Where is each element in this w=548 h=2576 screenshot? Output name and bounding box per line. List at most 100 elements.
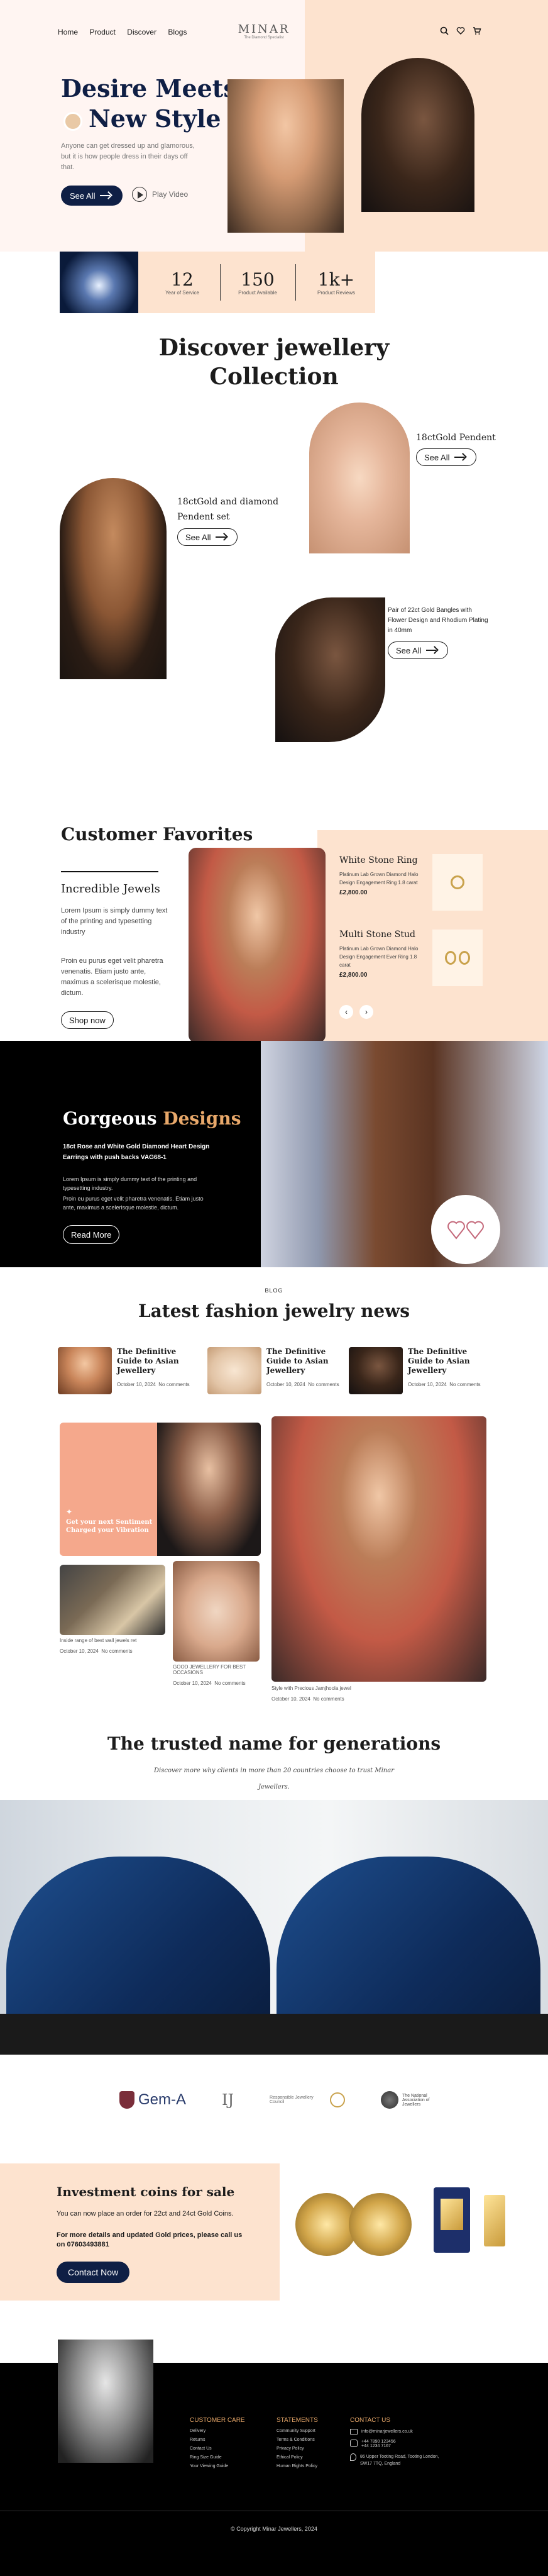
blog-kicker: BLOG bbox=[265, 1287, 283, 1294]
hero-portrait-photo bbox=[227, 79, 344, 233]
blog-post-title: The Definitive Guide to Asian Jewellery bbox=[117, 1347, 179, 1375]
footer-col-title: CONTACT US bbox=[350, 2417, 391, 2424]
footer-link-terms[interactable]: Terms & Conditions bbox=[277, 2438, 352, 2442]
footer-link-ethical[interactable]: Ethical Policy bbox=[277, 2455, 352, 2460]
ring-icon bbox=[451, 875, 464, 889]
blog-post-3[interactable]: The Definitive Guide to Asian Jewellery … bbox=[349, 1347, 490, 1394]
stats-necklace-photo bbox=[60, 252, 138, 313]
heart-earring-icon bbox=[447, 1221, 484, 1240]
blog-post-comments: No comments bbox=[308, 1382, 339, 1387]
nav-blogs[interactable]: Blogs bbox=[168, 28, 187, 36]
product-desc: Platinum Lab Grown Diamond Halo Design E… bbox=[339, 872, 419, 886]
blog-post-thumb bbox=[58, 1347, 112, 1394]
blog-card-3[interactable]: Style with Precious Jamjhoola jewel Octo… bbox=[271, 1416, 486, 1704]
blog-post-1[interactable]: The Definitive Guide to Asian Jewellery … bbox=[58, 1347, 196, 1394]
favorites-subtitle: Incredible Jewels bbox=[61, 882, 160, 896]
gorgeous-para2: Proin eu purus eget velit pharetra venen… bbox=[63, 1196, 204, 1211]
rjc-ring-icon bbox=[330, 2092, 346, 2107]
blog-post-comments: No comments bbox=[158, 1382, 190, 1387]
gold-coin-2 bbox=[349, 2193, 412, 2256]
footer-phone-1[interactable]: +44 7890 123456 bbox=[361, 2440, 396, 2444]
discover-item1-button[interactable]: See All bbox=[416, 448, 477, 466]
gorgeous-title-white: Gorgeous bbox=[63, 1108, 157, 1129]
blog-card-2[interactable]: GOOD JEWELLERY FOR BEST OCCASIONS Octobe… bbox=[173, 1561, 261, 1688]
nav-product[interactable]: Product bbox=[89, 28, 115, 36]
footer-link-community[interactable]: Community Support bbox=[277, 2429, 352, 2433]
stat-label: Product Reviews bbox=[317, 290, 356, 296]
cart-icon[interactable] bbox=[473, 26, 481, 35]
blog-card-1[interactable]: Inside range of best wall jewels ret Oct… bbox=[60, 1565, 168, 1656]
nav-home[interactable]: Home bbox=[58, 28, 78, 36]
hero-title: Desire Meets New Style bbox=[61, 74, 237, 134]
play-video-button[interactable]: Play Video bbox=[132, 187, 188, 202]
search-icon[interactable] bbox=[440, 26, 449, 35]
blog-card-caption: GOOD JEWELLERY FOR BEST OCCASIONS bbox=[173, 1664, 246, 1675]
stat-divider bbox=[220, 264, 221, 301]
coins-line2: For more details and updated Gold prices… bbox=[57, 2231, 243, 2248]
blog-post-2[interactable]: The Definitive Guide to Asian Jewellery … bbox=[207, 1347, 342, 1394]
shop-now-button[interactable]: Shop now bbox=[61, 1011, 114, 1029]
hero-see-all-button[interactable]: See All bbox=[61, 186, 123, 206]
gorgeous-earring-badge bbox=[431, 1195, 500, 1264]
blog-card-comments: No comments bbox=[101, 1648, 133, 1654]
blog-post-title: The Definitive Guide to Asian Jewellery bbox=[266, 1347, 329, 1375]
discover-item2-button-label: See All bbox=[185, 532, 211, 542]
footer-col-contact: CONTACT US info@minarjewellers.co.uk +44… bbox=[350, 2417, 451, 2467]
heart-icon[interactable] bbox=[456, 26, 465, 35]
stat-value: 150 bbox=[241, 269, 275, 290]
footer-phone-2[interactable]: +44 1234 7167 bbox=[361, 2444, 396, 2448]
blog-title: Latest fashion jewelry news bbox=[138, 1301, 410, 1321]
blog-post-thumb bbox=[349, 1347, 403, 1394]
location-icon bbox=[350, 2453, 356, 2461]
brand-name: MINAR bbox=[238, 23, 290, 36]
phone-icon bbox=[350, 2440, 358, 2447]
read-more-button[interactable]: Read More bbox=[63, 1225, 120, 1244]
play-icon bbox=[132, 187, 147, 202]
partner-ij-name: IJ bbox=[221, 2091, 234, 2109]
gorgeous-subtitle: 18ct Rose and White Gold Diamond Heart D… bbox=[63, 1143, 210, 1161]
footer-link-privacy[interactable]: Privacy Policy bbox=[277, 2446, 352, 2451]
carousel-prev-button[interactable]: ‹ bbox=[339, 1005, 353, 1019]
favorites-para1: Lorem Ipsum is simply dummy text of the … bbox=[61, 907, 168, 936]
footer-link-ring-size[interactable]: Ring Size Guide bbox=[190, 2455, 265, 2460]
blog-card-caption: Inside range of best wall jewels ret bbox=[60, 1638, 137, 1643]
trusted-subtitle-line2: Jewellers. bbox=[258, 1784, 290, 1790]
hero-hands-photo bbox=[361, 58, 474, 212]
crest-icon bbox=[119, 2091, 134, 2109]
footer-col-customer-care: CUSTOMER CARE Delivery Returns Contact U… bbox=[190, 2417, 265, 2473]
discover-item3-button[interactable]: See All bbox=[388, 641, 449, 659]
carousel-next-button[interactable]: › bbox=[359, 1005, 373, 1019]
partner-gem-a-name: Gem-A bbox=[138, 2091, 187, 2108]
discover-item3-title: Pair of 22ct Gold Bangles with Flower De… bbox=[388, 606, 488, 636]
discover-item2-title-line2: Pendent set bbox=[177, 512, 230, 522]
footer-col-statements: STATEMENTS Community Support Terms & Con… bbox=[277, 2417, 352, 2473]
footer-address: 86 Upper Tooting Road, Tooting London, S… bbox=[360, 2455, 439, 2466]
blog-post-date: October 10, 2024 bbox=[408, 1382, 447, 1387]
contact-now-button[interactable]: Contact Now bbox=[57, 2262, 130, 2283]
blog-card-comments: No comments bbox=[313, 1696, 344, 1702]
footer-email[interactable]: info@minarjewellers.co.uk bbox=[361, 2429, 413, 2434]
earring-icon bbox=[459, 951, 470, 965]
footer-link-contact[interactable]: Contact Us bbox=[190, 2446, 265, 2451]
discover-item2-button[interactable]: See All bbox=[177, 528, 238, 546]
discover-item3-title-line3: in 40mm bbox=[388, 627, 412, 634]
trusted-subtitle: Discover more why clients in more than 2… bbox=[0, 1763, 548, 1796]
footer-link-viewing-guide[interactable]: Your Viewing Guide bbox=[190, 2464, 265, 2468]
gorgeous-title: Gorgeous Designs bbox=[63, 1108, 241, 1129]
blog-card-date: October 10, 2024 bbox=[60, 1648, 99, 1654]
footer-link-returns[interactable]: Returns bbox=[190, 2438, 265, 2442]
footer-link-human-rights[interactable]: Human Rights Policy bbox=[277, 2464, 352, 2468]
favorites-divider bbox=[61, 871, 158, 872]
brand-logo[interactable]: MINAR The Diamond Specialist bbox=[236, 23, 292, 40]
hero-title-line2: New Style bbox=[89, 104, 221, 133]
nav-discover[interactable]: Discover bbox=[127, 28, 156, 36]
discover-title-line2: Collection bbox=[209, 364, 339, 390]
gold-bar-pack bbox=[434, 2187, 470, 2253]
brand-tagline: The Diamond Specialist bbox=[244, 36, 284, 40]
discover-item1-title: 18ctGold Pendent bbox=[416, 433, 496, 443]
footer-link-delivery[interactable]: Delivery bbox=[190, 2429, 265, 2433]
partner-ij: IJ bbox=[222, 2091, 234, 2109]
stat-value: 12 bbox=[171, 269, 194, 290]
partner-gem-a: Gem-A bbox=[119, 2091, 186, 2109]
blog-promo-card[interactable]: ✦ Get your next Sentiment Charged your V… bbox=[60, 1423, 261, 1556]
